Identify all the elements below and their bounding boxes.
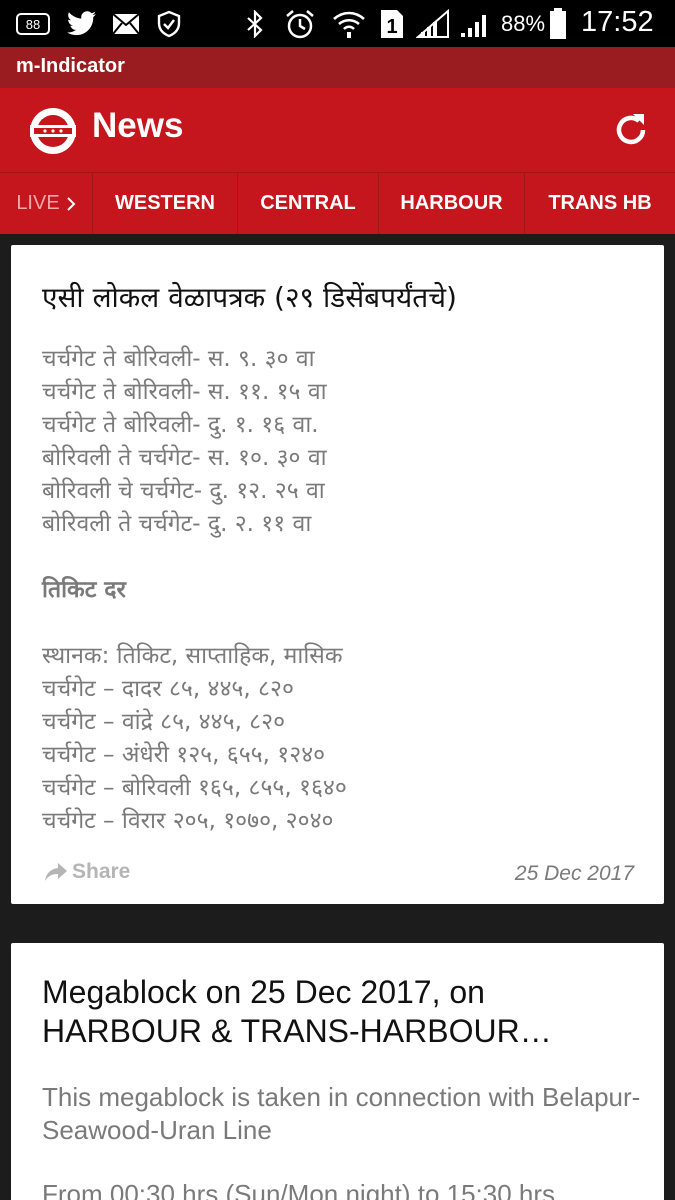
toolbar: News — [0, 88, 675, 172]
railway-logo-icon — [28, 106, 78, 156]
fare-heading: तिकिट दर — [42, 577, 126, 603]
clock: 17:52 — [581, 6, 654, 38]
twitter-icon — [66, 9, 98, 39]
share-button[interactable]: Share — [44, 860, 130, 884]
tab-label: LIVE — [16, 192, 60, 214]
signal-icon — [416, 9, 450, 39]
tab-central[interactable]: CENTRAL — [238, 173, 379, 234]
schedule-line: बोरिवली ते चर्चगेट- दु. २. ११ वा — [42, 511, 312, 537]
svg-text:88: 88 — [26, 17, 40, 32]
tab-harbour[interactable]: HARBOUR — [379, 173, 525, 234]
news-body: चर्चगेट ते बोरिवली- स. ९. ३० वा चर्चगेट … — [42, 343, 642, 838]
schedule-line: बोरिवली चे चर्चगेट- दु. १२. २५ वा — [42, 478, 325, 504]
battery-icon — [549, 8, 567, 39]
chevron-right-icon — [66, 196, 76, 211]
shield-icon — [157, 9, 181, 39]
schedule-line: चर्चगेट ते बोरिवली- दु. १. १६ वा. — [42, 412, 319, 438]
schedule-line: बोरिवली ते चर्चगेट- स. १०. ३० वा — [42, 445, 327, 471]
line-tabs: LIVE WESTERN CENTRAL HARBOUR TRANS HB — [0, 172, 675, 234]
news-card[interactable]: Megablock on 25 Dec 2017, on HARBOUR & T… — [11, 943, 664, 1200]
news-body-continued: From 00:30 hrs (Sun/Mon night) to 15:30 … — [42, 1179, 556, 1200]
bluetooth-icon — [245, 9, 265, 39]
schedule-line: चर्चगेट ते बोरिवली- स. ११. १५ वा — [42, 379, 327, 405]
status-bar: 88 1 88% 17:52 — [0, 0, 675, 47]
fare-line: स्थानक: तिकिट, साप्ताहिक, मासिक — [42, 643, 343, 669]
mail-icon — [112, 9, 140, 39]
tab-trans-hb[interactable]: TRANS HB — [525, 173, 675, 234]
news-title: Megablock on 25 Dec 2017, on HARBOUR & T… — [42, 974, 552, 1049]
news-title: एसी लोकल वेळापत्रक (२९ डिसेंबपर्यंतचे) — [42, 281, 457, 314]
svg-text:1: 1 — [386, 16, 397, 38]
screen-title: News — [92, 106, 184, 145]
tab-label: CENTRAL — [260, 192, 356, 214]
fare-line: चर्चगेट – बोरिवली १६५, ८५५, १६४० — [42, 775, 347, 801]
share-label: Share — [72, 860, 131, 883]
share-arrow-icon — [45, 863, 67, 881]
news-date: 25 Dec 2017 — [514, 862, 634, 885]
sim-icon: 1 — [379, 9, 405, 39]
signal-icon — [458, 9, 492, 39]
alarm-icon — [284, 9, 316, 39]
battery-percentage: 88% — [501, 11, 546, 36]
refresh-icon[interactable] — [611, 110, 651, 150]
fare-line: चर्चगेट – विरार २०५, १०७०, २०४० — [42, 808, 334, 834]
news-card[interactable]: एसी लोकल वेळापत्रक (२९ डिसेंबपर्यंतचे) च… — [11, 245, 664, 904]
fare-line: चर्चगेट – वांद्रे ८५, ४४५, ८२० — [42, 709, 286, 735]
schedule-line: चर्चगेट ते बोरिवली- स. ९. ३० वा — [42, 346, 315, 372]
app-title-bar: m-Indicator — [0, 47, 675, 88]
tab-label: WESTERN — [115, 192, 215, 214]
tab-live[interactable]: LIVE — [0, 173, 93, 234]
app-name: m-Indicator — [16, 55, 125, 77]
wifi-icon — [332, 9, 366, 39]
notification-count-icon: 88 — [16, 9, 50, 39]
fare-line: चर्चगेट – दादर ८५, ४४५, ८२० — [42, 676, 294, 702]
tab-western[interactable]: WESTERN — [93, 173, 238, 234]
news-body: This megablock is taken in connection wi… — [42, 1082, 641, 1145]
tab-label: HARBOUR — [400, 192, 503, 214]
tab-label: TRANS HB — [548, 192, 652, 214]
fare-line: चर्चगेट – अंधेरी १२५, ६५५, १२४० — [42, 742, 326, 768]
